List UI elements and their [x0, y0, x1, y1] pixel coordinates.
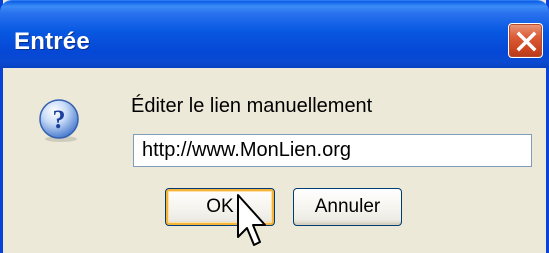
ok-button[interactable]: OK: [165, 188, 275, 226]
svg-text:?: ?: [53, 105, 66, 134]
title-bar[interactable]: Entrée: [0, 0, 549, 68]
question-icon: ?: [39, 99, 79, 142]
dialog-title: Entrée: [14, 28, 90, 55]
prompt-label: Éditer le lien manuellement: [131, 95, 373, 117]
dialog-window: Entrée ? Éditer le lien manuellement OK …: [0, 0, 549, 253]
dialog-body: ? Éditer le lien manuellement OK Annuler: [3, 68, 546, 253]
close-icon: [516, 31, 537, 52]
url-input[interactable]: [133, 134, 532, 167]
cancel-button[interactable]: Annuler: [293, 188, 402, 226]
close-button[interactable]: [508, 23, 543, 58]
